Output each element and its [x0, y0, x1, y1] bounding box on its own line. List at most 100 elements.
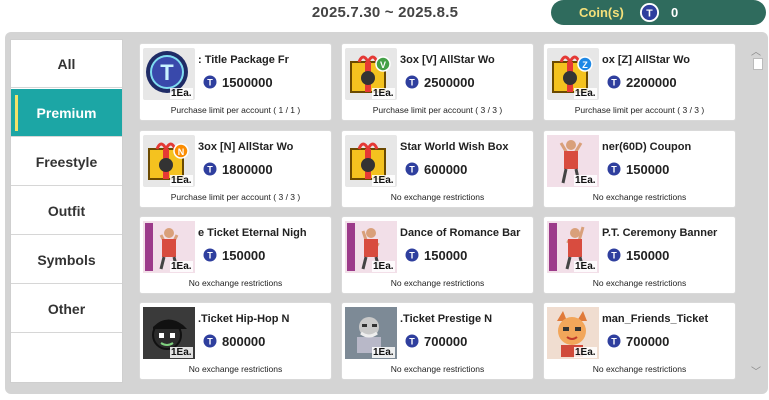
t-coin-icon: T: [607, 334, 621, 348]
item-price: 150000: [626, 162, 670, 177]
item-price: 150000: [424, 248, 468, 263]
svg-text:T: T: [160, 60, 174, 85]
svg-text:V: V: [380, 60, 386, 70]
t-coin-icon: T: [607, 248, 621, 262]
t-coin-icon: T: [405, 162, 419, 176]
t-coin-icon: T: [203, 75, 217, 89]
svg-text:T: T: [611, 78, 617, 88]
category-all[interactable]: All: [11, 40, 122, 88]
item-price: 150000: [222, 248, 266, 263]
item-purchase-limit: No exchange restrictions: [390, 278, 485, 288]
item-purchase-limit: No exchange restrictions: [592, 278, 687, 288]
category-sidebar: All Premium Freestyle Outfit Symbols Oth…: [10, 39, 123, 383]
item-quantity: 1Ea.: [574, 175, 597, 186]
item-purchase-limit: No exchange restrictions: [188, 364, 283, 374]
item-quantity: 1Ea.: [170, 347, 193, 358]
t-coin-icon: T: [405, 75, 419, 89]
item-purchase-limit: Purchase limit per account ( 3 / 3 ): [372, 105, 503, 115]
item-quantity: 1Ea.: [372, 261, 395, 272]
t-coin-icon: T: [203, 334, 217, 348]
t-coin-icon: T: [607, 75, 621, 89]
item-name: 3ox [V] AllStar Wo: [400, 54, 495, 66]
category-symbols[interactable]: Symbols: [11, 236, 122, 284]
t-coin-icon: T: [405, 248, 419, 262]
svg-text:N: N: [178, 147, 185, 157]
coin-balance: Coin(s) T 0: [551, 0, 766, 25]
item-price: 2200000: [626, 75, 677, 90]
item-card[interactable]: 1Ea. .Ticket Prestige N T 700000 No exch…: [341, 302, 534, 380]
item-purchase-limit: Purchase limit per account ( 3 / 3 ): [574, 105, 705, 115]
item-purchase-limit: No exchange restrictions: [592, 364, 687, 374]
item-quantity: 1Ea.: [170, 88, 193, 99]
sale-date-range: 2025.7.30 ~ 2025.8.5: [311, 4, 459, 21]
scrollbar-thumb[interactable]: [753, 58, 763, 70]
item-card[interactable]: T 1Ea. : Title Package Fr T 1500000 Purc…: [139, 43, 332, 121]
item-price: 1500000: [222, 75, 273, 90]
category-other[interactable]: Other: [11, 285, 122, 333]
svg-text:T: T: [611, 251, 617, 261]
svg-text:T: T: [409, 251, 415, 261]
t-coin-icon: T: [203, 162, 217, 176]
t-coin-icon: T: [405, 334, 419, 348]
item-purchase-limit: No exchange restrictions: [390, 364, 485, 374]
top-bar: 2025.7.30 ~ 2025.8.5 Coin(s) T 0: [0, 0, 769, 30]
item-quantity: 1Ea.: [574, 347, 597, 358]
t-coin-icon: T: [607, 162, 621, 176]
item-purchase-limit: No exchange restrictions: [390, 192, 485, 202]
scroll-up-arrow-icon[interactable]: ︿: [751, 43, 761, 58]
svg-text:T: T: [207, 251, 213, 261]
item-card[interactable]: 1Ea. P.T. Ceremony Banner T 150000 No ex…: [543, 216, 736, 294]
category-freestyle[interactable]: Freestyle: [11, 138, 122, 186]
item-quantity: 1Ea.: [372, 347, 395, 358]
svg-text:T: T: [207, 78, 213, 88]
item-quantity: 1Ea.: [372, 88, 395, 99]
item-name: Star World Wish Box: [400, 141, 509, 153]
item-quantity: 1Ea.: [574, 88, 597, 99]
coin-value: 0: [671, 5, 679, 20]
t-coin-icon: T: [203, 248, 217, 262]
item-card[interactable]: N 1Ea. 3ox [N] AllStar Wo T 1800000 Purc…: [139, 130, 332, 208]
t-coin-icon: T: [639, 2, 660, 23]
item-grid: T 1Ea. : Title Package Fr T 1500000 Purc…: [139, 43, 737, 383]
svg-text:T: T: [409, 165, 415, 175]
item-name: ner(60D) Coupon: [602, 141, 692, 153]
item-card[interactable]: Z 1Ea. ox [Z] AllStar Wo T 2200000 Purch…: [543, 43, 736, 121]
item-price: 2500000: [424, 75, 475, 90]
item-purchase-limit: No exchange restrictions: [188, 278, 283, 288]
category-outfit[interactable]: Outfit: [11, 187, 122, 235]
item-name: ox [Z] AllStar Wo: [602, 54, 690, 66]
category-premium[interactable]: Premium: [11, 89, 122, 137]
item-card[interactable]: 1Ea. Dance of Romance Bar T 150000 No ex…: [341, 216, 534, 294]
svg-text:T: T: [207, 165, 213, 175]
item-price: 1800000: [222, 162, 273, 177]
item-card[interactable]: 1Ea. man_Friends_Ticket T 700000 No exch…: [543, 302, 736, 380]
item-name: .Ticket Prestige N: [400, 313, 493, 325]
item-name: Dance of Romance Bar: [400, 227, 521, 239]
item-name: : Title Package Fr: [198, 54, 289, 66]
item-card[interactable]: 1Ea. .Ticket Hip-Hop N T 800000 No excha…: [139, 302, 332, 380]
item-name: P.T. Ceremony Banner: [602, 227, 718, 239]
item-quantity: 1Ea.: [574, 261, 597, 272]
svg-text:T: T: [611, 337, 617, 347]
svg-text:T: T: [409, 337, 415, 347]
scroll-down-arrow-icon[interactable]: ﹀: [751, 363, 761, 378]
item-quantity: 1Ea.: [170, 261, 193, 272]
svg-text:T: T: [646, 7, 653, 19]
item-purchase-limit: Purchase limit per account ( 3 / 3 ): [170, 192, 301, 202]
item-price: 800000: [222, 334, 266, 349]
item-price: 700000: [626, 334, 670, 349]
svg-text:T: T: [207, 337, 213, 347]
svg-text:Z: Z: [582, 60, 588, 70]
item-card[interactable]: V 1Ea. 3ox [V] AllStar Wo T 2500000 Purc…: [341, 43, 534, 121]
item-name: man_Friends_Ticket: [602, 313, 709, 325]
coin-label: Coin(s): [579, 5, 624, 20]
item-price: 700000: [424, 334, 468, 349]
item-name: .Ticket Hip-Hop N: [198, 313, 290, 325]
item-card[interactable]: 1Ea. e Ticket Eternal Nigh T 150000 No e…: [139, 216, 332, 294]
item-name: 3ox [N] AllStar Wo: [198, 141, 294, 153]
item-purchase-limit: No exchange restrictions: [592, 192, 687, 202]
item-card[interactable]: 1Ea. ner(60D) Coupon T 150000 No exchang…: [543, 130, 736, 208]
item-card[interactable]: 1Ea. Star World Wish Box T 600000 No exc…: [341, 130, 534, 208]
svg-text:T: T: [409, 78, 415, 88]
item-price: 600000: [424, 162, 468, 177]
